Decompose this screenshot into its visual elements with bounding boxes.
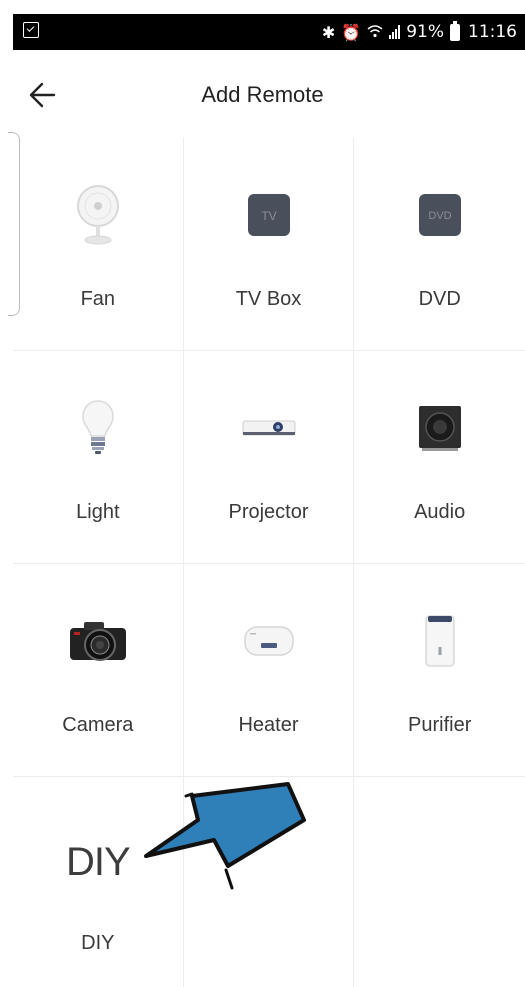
fan-icon (76, 185, 119, 245)
empty-cell (184, 777, 355, 987)
grid-row: Light Projector Audio (13, 351, 525, 564)
remote-type-label: Projector (228, 501, 309, 523)
remote-type-label: Camera (62, 714, 134, 736)
remote-type-dvd[interactable]: DVD DVD (354, 138, 525, 350)
svg-text:DVD: DVD (428, 210, 451, 222)
projector-icon (242, 420, 295, 436)
remote-type-diy[interactable]: DIY DIY (13, 777, 184, 987)
remote-type-projector[interactable]: Projector (184, 351, 355, 563)
grid-row: DIY DIY (13, 777, 525, 987)
remote-type-camera[interactable]: Camera (13, 564, 184, 776)
remote-type-label: Fan (80, 288, 116, 310)
remote-type-tv-box[interactable]: TV TV Box (184, 138, 355, 350)
alarm-icon: ⏰ (341, 22, 362, 42)
speaker-icon (418, 406, 461, 451)
header: Add Remote (0, 50, 525, 140)
dvd-icon: DVD (418, 194, 461, 236)
empty-cell (354, 777, 525, 987)
page-title: Add Remote (201, 82, 324, 107)
remote-type-label: Audio (414, 501, 466, 523)
remote-type-label: DVD (418, 288, 461, 310)
grid-row: Fan TV TV Box DVD DVD (13, 138, 525, 351)
camera-icon (69, 622, 126, 661)
remote-type-label: Purifier (408, 714, 472, 736)
remote-type-label: TV Box (235, 288, 302, 310)
wifi-icon (367, 23, 383, 42)
diy-text-icon: DIY (65, 839, 131, 884)
grid-row: Camera Heater Purifier (13, 564, 525, 777)
battery-icon (450, 20, 460, 41)
bluetooth-icon: ✱ (321, 22, 336, 42)
tv-box-icon: TV (247, 194, 290, 236)
remote-type-label: Heater (238, 714, 299, 736)
clock: 11:16 (468, 22, 517, 42)
remote-type-fan[interactable]: Fan (13, 138, 184, 350)
remote-type-heater[interactable]: Heater (184, 564, 355, 776)
light-bulb-icon (82, 400, 114, 454)
screenshot-icon (23, 22, 39, 38)
remote-type-grid: Fan TV TV Box DVD DVD Light Projector Au… (13, 138, 525, 987)
battery-percent: 91% (406, 22, 444, 42)
remote-type-label: Light (76, 501, 120, 523)
remote-type-label: DIY (81, 932, 115, 954)
air-purifier-icon (424, 615, 455, 667)
status-bar: ✱ ⏰ 91% 11:16 (13, 14, 525, 50)
remote-type-audio[interactable]: Audio (354, 351, 525, 563)
water-heater-icon (243, 626, 294, 656)
remote-type-purifier[interactable]: Purifier (354, 564, 525, 776)
signal-icon (389, 25, 401, 39)
svg-text:TV: TV (261, 209, 276, 223)
status-icons: ✱ ⏰ 91% 11:16 (322, 14, 517, 50)
remote-type-light[interactable]: Light (13, 351, 184, 563)
